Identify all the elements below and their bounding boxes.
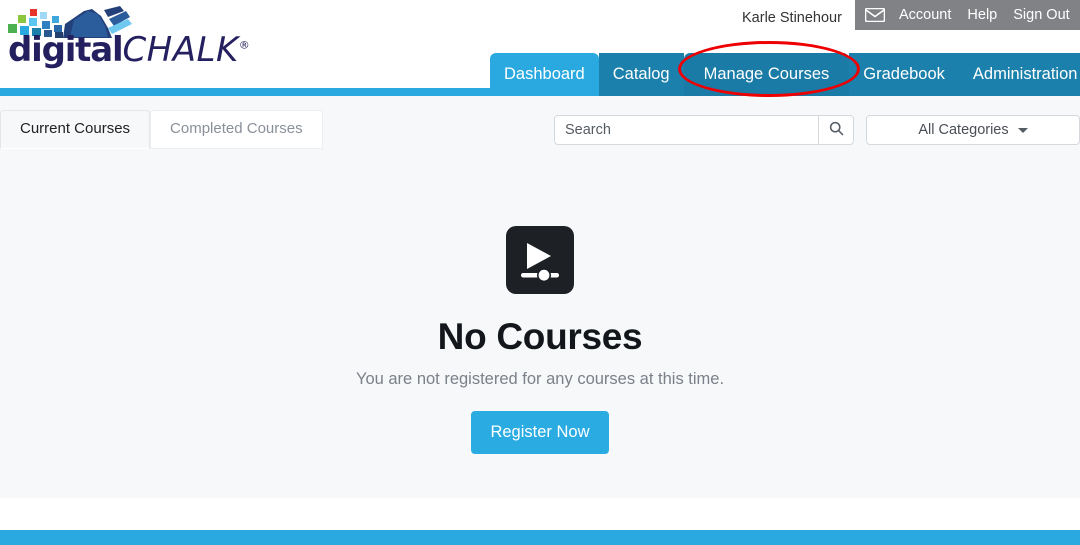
digitalchalk-logo[interactable]: digitalCHALK® bbox=[4, 6, 250, 72]
empty-state-title: No Courses bbox=[437, 316, 643, 357]
tab-current-courses[interactable]: Current Courses bbox=[0, 110, 151, 149]
utility-bar: Account Help Sign Out bbox=[855, 0, 1080, 30]
logo-wordmark: digitalCHALK® bbox=[8, 30, 250, 70]
footer-bar bbox=[0, 530, 1080, 545]
course-tabs: Current Courses Completed Courses bbox=[0, 110, 323, 149]
tab-completed-courses[interactable]: Completed Courses bbox=[150, 110, 323, 149]
logo-trademark: ® bbox=[238, 38, 250, 52]
search-icon bbox=[829, 121, 844, 139]
footer-spacer bbox=[0, 498, 1080, 530]
video-course-icon bbox=[506, 226, 574, 294]
mail-icon[interactable] bbox=[865, 8, 885, 22]
main-navigation: Dashboard Catalog Manage Courses Gradebo… bbox=[490, 53, 1080, 96]
account-link[interactable]: Account bbox=[899, 7, 951, 23]
nav-item-catalog[interactable]: Catalog bbox=[598, 53, 684, 96]
search-button[interactable] bbox=[818, 115, 854, 145]
nav-item-manage-courses[interactable]: Manage Courses bbox=[683, 53, 850, 96]
category-filter-label: All Categories bbox=[918, 122, 1009, 138]
help-link[interactable]: Help bbox=[967, 7, 997, 23]
empty-state-subtitle: You are not registered for any courses a… bbox=[355, 370, 725, 388]
register-now-button[interactable]: Register Now bbox=[471, 411, 609, 454]
search-input[interactable] bbox=[554, 115, 818, 145]
chevron-down-icon bbox=[1017, 127, 1028, 133]
nav-item-dashboard[interactable]: Dashboard bbox=[490, 53, 599, 96]
sign-out-link[interactable]: Sign Out bbox=[1013, 7, 1069, 23]
category-filter-dropdown[interactable]: All Categories bbox=[866, 115, 1080, 145]
nav-item-administration[interactable]: Administration bbox=[958, 53, 1080, 96]
empty-state: No Courses You are not registered for an… bbox=[0, 226, 1080, 454]
search-group bbox=[554, 115, 854, 145]
content-panel: Current Courses Completed Courses No Cou… bbox=[0, 96, 1080, 498]
page-root: digitalCHALK® Karle Stinehour Account He… bbox=[0, 0, 1080, 545]
logo-word-chalk: CHALK bbox=[122, 30, 239, 70]
user-name: Karle Stinehour bbox=[742, 10, 842, 26]
logo-word-digital: digital bbox=[8, 30, 124, 70]
nav-item-gradebook[interactable]: Gradebook bbox=[849, 53, 959, 96]
